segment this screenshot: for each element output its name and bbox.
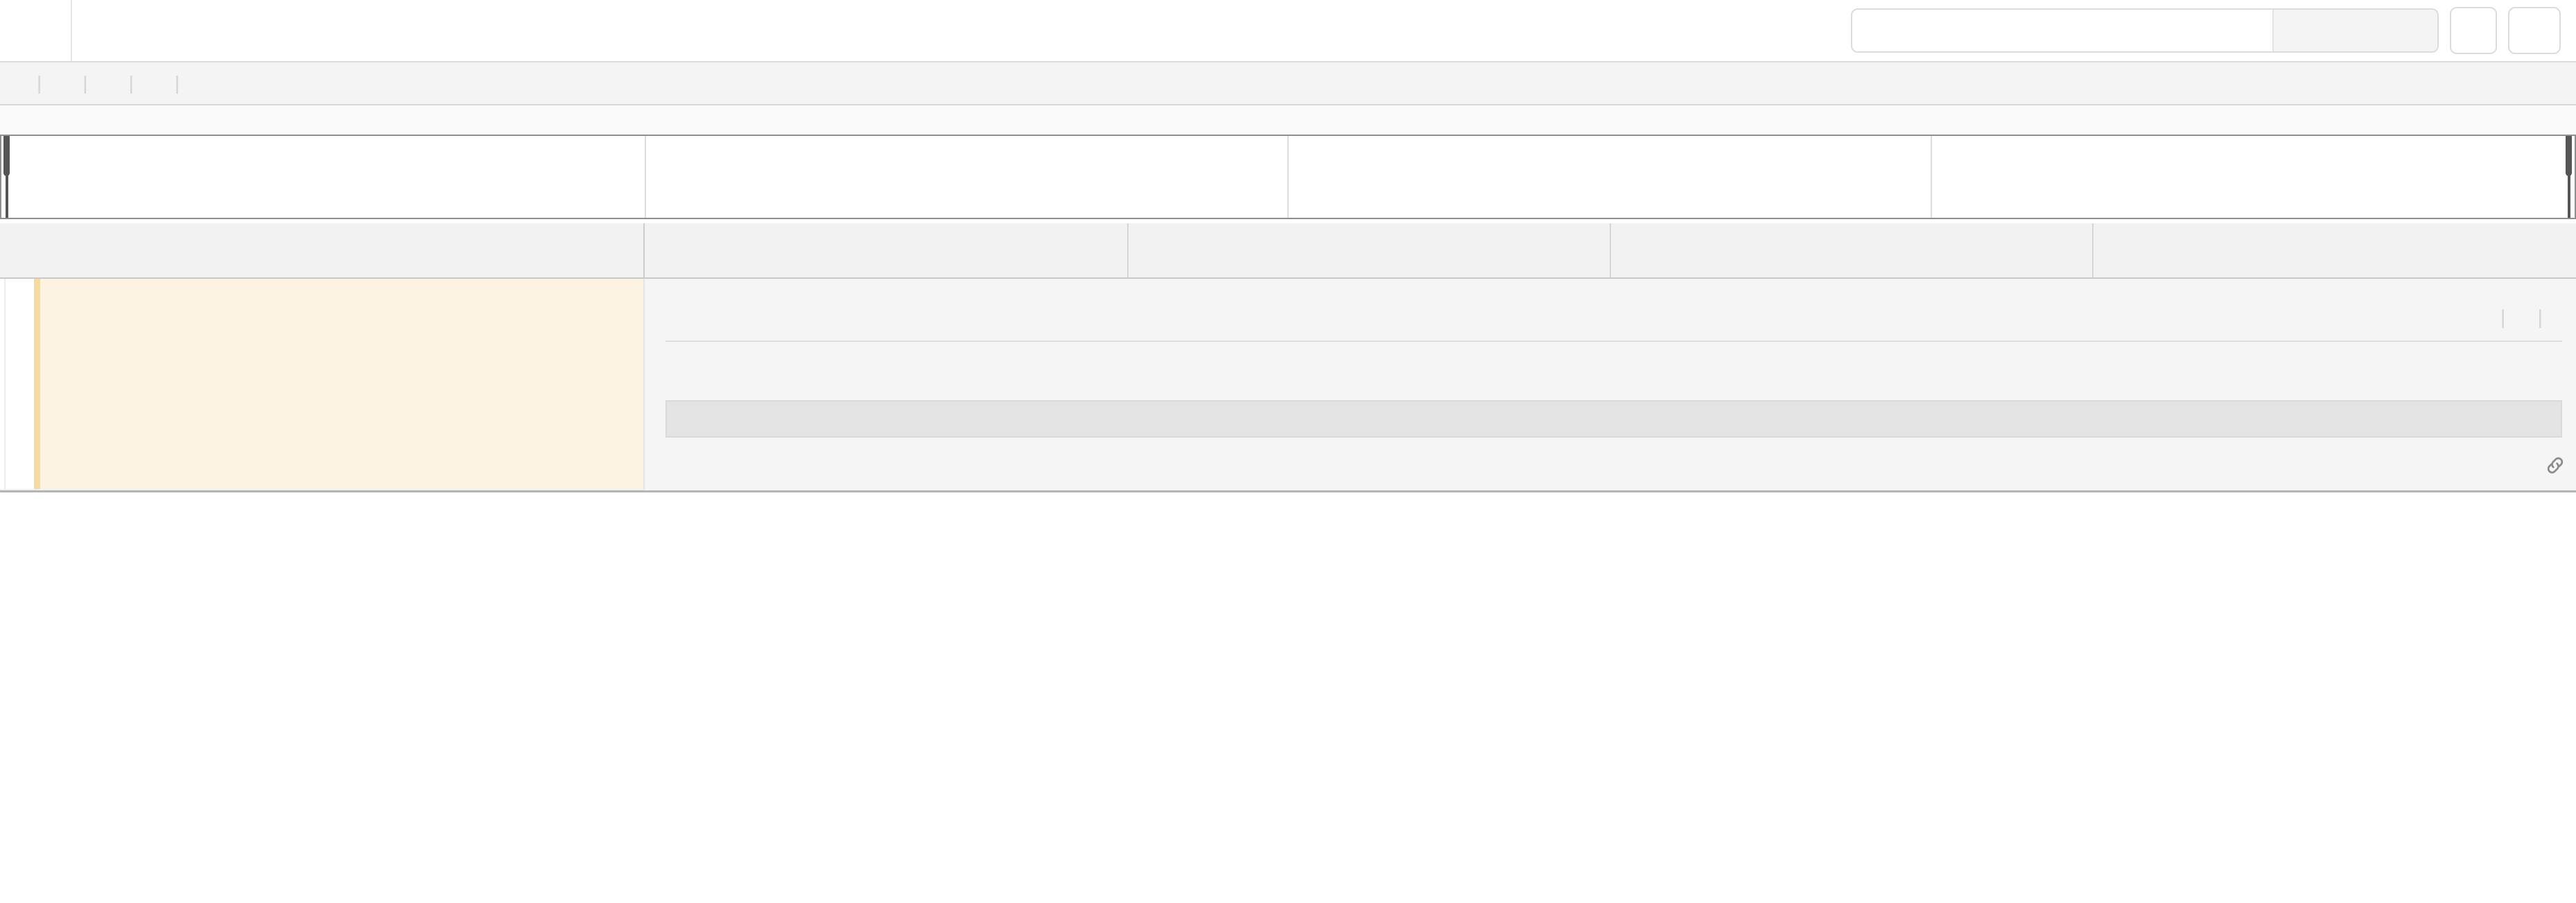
timeline-ruler <box>645 223 2576 277</box>
divider: | <box>82 72 87 94</box>
trace-info-bar: | | | | <box>0 62 2576 105</box>
trace-timeline-dropdown[interactable] <box>2508 7 2561 54</box>
top-bar <box>0 0 2576 62</box>
indent-guide <box>4 279 6 489</box>
columns-header <box>0 223 2576 279</box>
drag-grip[interactable] <box>2566 136 2572 176</box>
span-detail-gutter <box>0 279 645 490</box>
span-detail-header: | | <box>645 279 2576 341</box>
back-button[interactable] <box>0 0 72 61</box>
trace-page: | | | | <box>0 0 2576 903</box>
divider: | <box>2500 307 2506 329</box>
find-box <box>1851 8 2439 53</box>
drag-grip[interactable] <box>3 136 10 176</box>
find-controls <box>2272 10 2437 51</box>
keyboard-shortcuts-button[interactable] <box>2450 7 2497 54</box>
span-id-row <box>645 438 2576 479</box>
top-actions <box>1851 7 2561 54</box>
service-operation-header <box>0 223 645 277</box>
span-rows: | | <box>0 279 2576 492</box>
divider: | <box>129 72 134 94</box>
logs-section[interactable] <box>665 400 2562 438</box>
find-input[interactable] <box>1852 10 2272 51</box>
tags-section[interactable] <box>665 354 2562 390</box>
viewport-right-handle[interactable] <box>2568 136 2570 218</box>
page-title <box>112 13 123 48</box>
span-detail-meta: | | <box>2481 307 2562 329</box>
minimap-span-rows <box>1 136 2575 218</box>
divider <box>665 341 2562 342</box>
span-detail-accent <box>40 279 643 489</box>
span-detail-row: | | <box>0 279 2576 490</box>
divider: | <box>2537 307 2543 329</box>
span-color-stripe <box>34 279 40 489</box>
trace-minimap[interactable] <box>0 135 2576 219</box>
divider: | <box>37 72 42 94</box>
minimap-ruler <box>0 105 2576 135</box>
divider: | <box>175 72 180 94</box>
viewport-left-handle[interactable] <box>6 136 8 218</box>
span-detail-panel: | | <box>645 279 2576 490</box>
link-icon[interactable] <box>2544 454 2566 476</box>
